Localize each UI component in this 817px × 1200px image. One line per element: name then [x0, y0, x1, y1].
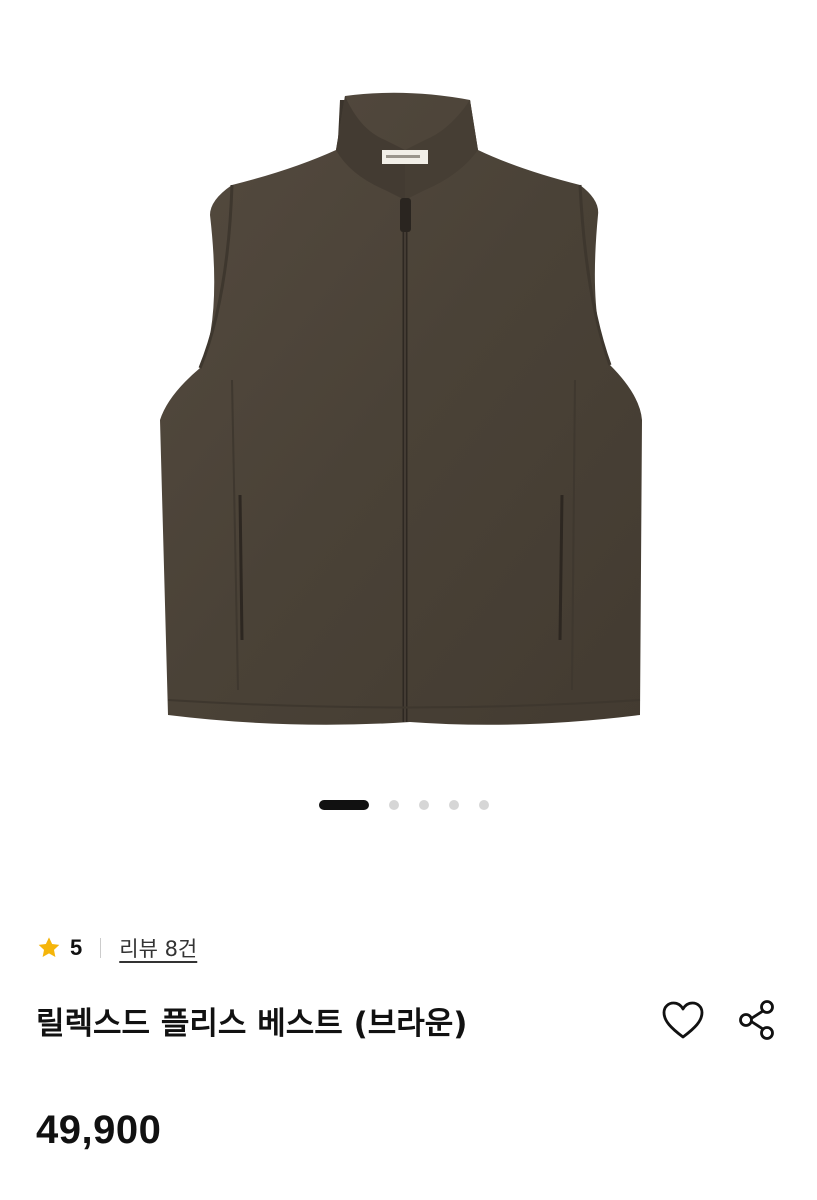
title-row: 릴렉스드 플리스 베스트 (브라운)	[36, 990, 781, 1050]
share-icon	[739, 1000, 774, 1040]
pager-dot[interactable]	[418, 800, 429, 810]
pager-dot-active[interactable]	[318, 800, 369, 810]
pager-dot[interactable]	[388, 800, 399, 810]
star-icon	[38, 937, 60, 957]
pager-dot[interactable]	[478, 800, 489, 810]
review-count-link[interactable]: 리뷰 8건	[119, 933, 197, 963]
product-actions	[659, 996, 781, 1044]
product-price: 49,900	[36, 1108, 162, 1152]
share-button[interactable]	[733, 996, 781, 1044]
product-image-gallery[interactable]	[0, 0, 817, 860]
rating-divider	[100, 938, 102, 958]
rating-value: 5	[70, 935, 83, 960]
rating-row: 5 리뷰 8건	[36, 932, 197, 964]
like-button[interactable]	[659, 996, 707, 1044]
heart-icon	[662, 1001, 704, 1039]
pager-dot[interactable]	[448, 800, 459, 810]
product-title: 릴렉스드 플리스 베스트 (브라운)	[36, 1005, 468, 1042]
image-pager[interactable]	[0, 799, 817, 811]
product-image[interactable]	[0, 0, 817, 780]
